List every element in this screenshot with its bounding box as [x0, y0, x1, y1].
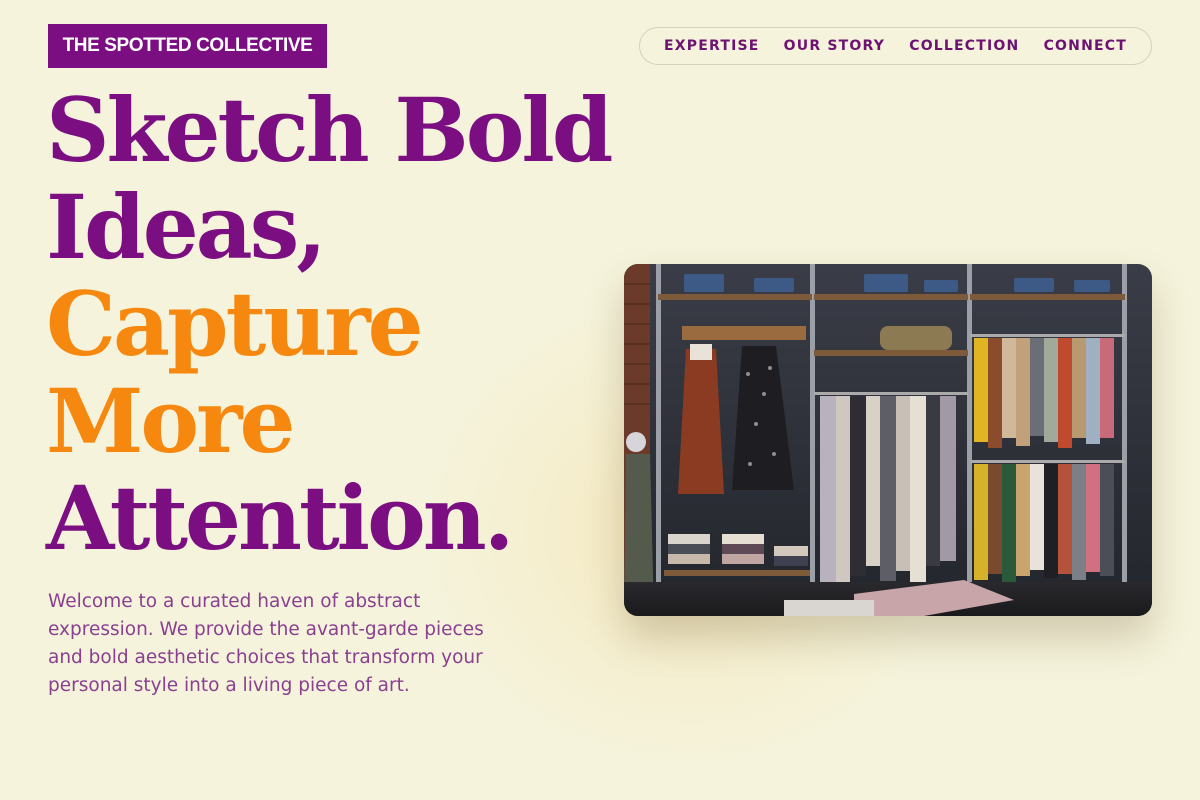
brand-logo[interactable]: THE SPOTTED COLLECTIVE — [48, 24, 327, 68]
headline-line-3: Capture — [46, 272, 424, 376]
headline-line-1: Sketch Bold — [46, 78, 613, 182]
nav-item-connect[interactable]: CONNECT — [1044, 38, 1127, 54]
hero-headline: Sketch Bold Ideas, Capture More Attentio… — [46, 78, 613, 570]
main-nav: EXPERTISE OUR STORY COLLECTION CONNECT — [639, 27, 1152, 65]
nav-item-our-story[interactable]: OUR STORY — [784, 38, 885, 54]
headline-line-5: Attention. — [46, 466, 514, 570]
boutique-photo — [624, 264, 1152, 616]
nav-item-expertise[interactable]: EXPERTISE — [664, 38, 760, 54]
hero-intro: Welcome to a curated haven of abstract e… — [48, 591, 484, 696]
headline-line-2: Ideas, — [46, 175, 327, 279]
headline-line-4: More — [46, 369, 295, 473]
nav-item-collection[interactable]: COLLECTION — [909, 38, 1019, 54]
